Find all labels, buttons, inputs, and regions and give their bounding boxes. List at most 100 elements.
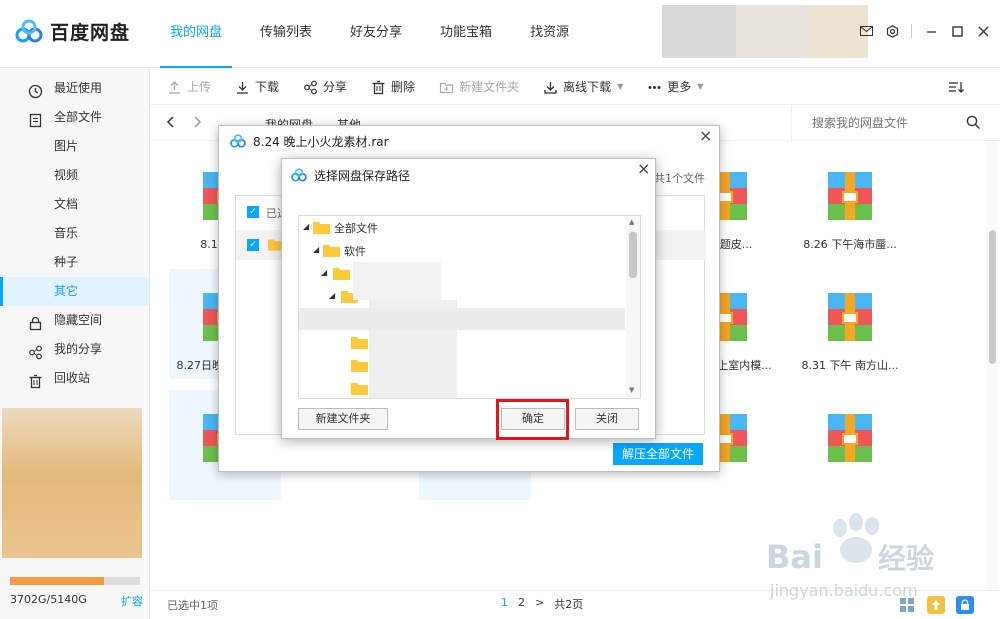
tab-5[interactable]: 找资源: [520, 0, 579, 68]
clock-icon: [28, 81, 43, 99]
rar-archive-icon: [828, 414, 872, 462]
sidebar-item-11[interactable]: 回收站: [0, 364, 149, 393]
sidebar-item-label: 全部文件: [54, 110, 103, 124]
file-count-text: 共1个文件: [654, 172, 705, 185]
blurred-banner-1: [662, 5, 736, 58]
tree-node[interactable]: ◢: [299, 285, 625, 308]
save-path-dialog-close-icon[interactable]: ×: [637, 161, 650, 177]
file-item[interactable]: [794, 390, 906, 500]
tab-3[interactable]: 好友分享: [340, 0, 412, 68]
scroll-down-icon[interactable]: ▼: [629, 386, 634, 394]
storage-quota-text: 3702G/5140G: [10, 593, 87, 606]
sidebar-item-1[interactable]: 最近使用: [0, 74, 149, 103]
dropdown-caret-icon[interactable]: ▼: [697, 82, 703, 91]
sidebar-item-9[interactable]: 隐藏空间: [0, 306, 149, 335]
sidebar-item-5[interactable]: 文档: [0, 190, 149, 219]
file-toolbar: 上传 下载 分享 删除 新建文件夹 离线下载 ▼ 更多 ▼: [151, 69, 1000, 105]
sidebar-item-10[interactable]: 我的分享: [0, 335, 149, 364]
sidebar-item-label: 图片: [54, 139, 79, 153]
close-icon[interactable]: [976, 24, 990, 38]
search-box: [791, 105, 991, 141]
dropdown-caret-icon[interactable]: ▼: [617, 82, 623, 91]
sidebar-item-8[interactable]: 其它: [0, 277, 149, 306]
extract-all-button[interactable]: 解压全部文件: [613, 443, 703, 465]
app-logo[interactable]: 百度网盘: [14, 18, 130, 45]
cloud-logo-icon: [291, 168, 307, 182]
selected-folder-row[interactable]: [299, 308, 625, 330]
upload-icon: [167, 80, 181, 94]
folder-icon: [333, 268, 350, 280]
sidebar-item-6[interactable]: 音乐: [0, 219, 149, 248]
page-2[interactable]: 2: [518, 596, 525, 612]
watermark-brand-cn: 经验: [878, 542, 934, 575]
search-input[interactable]: [812, 114, 962, 132]
toolbar-button-new-folder[interactable]: 新建文件夹: [439, 78, 519, 95]
tab-4[interactable]: 功能宝箱: [430, 0, 502, 68]
folder-icon: [323, 245, 340, 257]
maximize-icon[interactable]: [950, 24, 964, 38]
toolbar-button-offline-download[interactable]: 离线下载 ▼: [543, 78, 623, 95]
file-item[interactable]: 8.26 下午海市蜃...: [794, 148, 906, 258]
lock-icon: [28, 313, 43, 331]
file-icon: [28, 110, 43, 128]
expand-triangle-icon[interactable]: ◢: [313, 245, 319, 254]
tree-node[interactable]: ◢ 软件: [299, 239, 625, 262]
toolbar-button-label: 分享: [323, 80, 348, 94]
file-grid-scrollbar[interactable]: [987, 142, 998, 590]
share-icon: [28, 342, 43, 360]
new-folder-button[interactable]: 新建文件夹: [298, 408, 388, 430]
next-page-button[interactable]: >: [535, 596, 544, 612]
sidebar-item-7[interactable]: 种子: [0, 248, 149, 277]
settings-icon[interactable]: [885, 24, 899, 38]
back-arrow-icon[interactable]: [163, 114, 179, 130]
sidebar-item-3[interactable]: 图片: [0, 132, 149, 161]
tab-2[interactable]: 传输列表: [250, 0, 322, 68]
file-item[interactable]: 8.31 下午 南方山...: [794, 269, 906, 379]
window-separator: [911, 24, 912, 38]
sidebar-nav: 最近使用全部文件图片视频文档音乐 种子 其它 隐藏空间 我的分享 回收站: [0, 69, 149, 393]
sidebar-item-2[interactable]: 全部文件: [0, 103, 149, 132]
cloud-logo-icon: [15, 19, 43, 42]
tree-node[interactable]: [299, 331, 625, 354]
folder-tree-scrollbar[interactable]: ▲ ▼: [626, 216, 640, 398]
more-icon: [647, 80, 661, 94]
tree-node[interactable]: ◢: [299, 262, 625, 285]
sidebar-item-label: 最近使用: [54, 81, 103, 95]
minimize-icon[interactable]: [924, 24, 938, 38]
sidebar-item-4[interactable]: 视频: [0, 161, 149, 190]
expand-triangle-icon[interactable]: ◢: [329, 291, 335, 300]
forward-arrow-icon[interactable]: [189, 114, 205, 130]
tree-node[interactable]: [299, 354, 625, 377]
sidebar-item-label: 文档: [54, 197, 79, 211]
folder-tree-scroll-thumb[interactable]: [629, 232, 637, 278]
expand-triangle-icon[interactable]: ◢: [321, 268, 327, 277]
mail-icon[interactable]: [859, 24, 873, 38]
toolbar-button-trash[interactable]: 删除: [371, 78, 415, 95]
extract-dialog-close-icon[interactable]: ×: [699, 128, 712, 144]
search-icon[interactable]: [966, 115, 981, 130]
expand-triangle-icon[interactable]: ◢: [303, 222, 309, 231]
tab-1[interactable]: 我的网盘: [160, 0, 233, 68]
folder-icon: [351, 383, 368, 395]
folder-icon: [351, 360, 368, 372]
main-nav-tabs: 我的网盘 传输列表 好友分享 功能宝箱 找资源: [160, 0, 597, 68]
sort-view-icon[interactable]: [948, 79, 964, 95]
scroll-up-icon[interactable]: ▲: [629, 218, 634, 226]
row-checkbox[interactable]: ✓: [247, 239, 259, 251]
file-grid-scroll-thumb[interactable]: [989, 230, 996, 364]
baidu-netdisk-window: 百度网盘 我的网盘 传输列表 好友分享 功能宝箱 找资源 最近使用全部文件 图片…: [0, 0, 1000, 619]
toolbar-button-share[interactable]: 分享: [303, 78, 347, 95]
tree-node[interactable]: ◢ 全部文件: [299, 216, 625, 239]
cloud-logo-icon: [230, 134, 246, 148]
watermark-url: jingyan.baidu.com: [769, 581, 918, 600]
toolbar-button-download[interactable]: 下载: [235, 78, 279, 95]
close-button[interactable]: 关闭: [575, 408, 639, 430]
rar-archive-icon: [828, 172, 872, 220]
toolbar-button-upload[interactable]: 上传: [167, 78, 211, 95]
toolbar-button-more[interactable]: 更多 ▼: [647, 78, 703, 95]
page-1[interactable]: 1: [501, 596, 508, 612]
blurred-ad-banner[interactable]: [2, 408, 142, 558]
select-all-checkbox[interactable]: ✓: [247, 206, 259, 218]
expand-storage-link[interactable]: 扩容: [121, 593, 143, 609]
tree-node[interactable]: [299, 377, 625, 398]
